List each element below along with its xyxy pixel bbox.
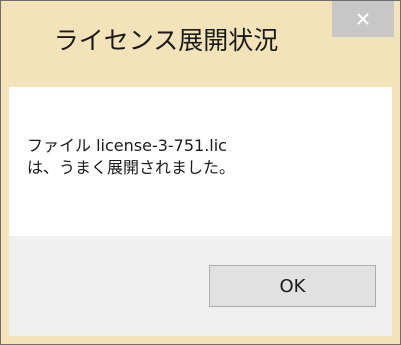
title-bar[interactable]: ライセンス展開状況 (1, 1, 400, 87)
dialog-message: ファイル license-3-751.lic は、うまく展開されました。 (27, 135, 377, 179)
message-line-2: は、うまく展開されました。 (27, 158, 236, 177)
close-icon (357, 13, 369, 25)
message-line-1: ファイル license-3-751.lic (27, 136, 227, 155)
close-button[interactable] (332, 1, 394, 37)
dialog-footer: OK (9, 236, 392, 336)
dialog-content: ファイル license-3-751.lic は、うまく展開されました。 (9, 87, 392, 236)
dialog-window: ライセンス展開状況 ファイル license-3-751.lic は、うまく展開… (0, 0, 401, 345)
ok-button[interactable]: OK (209, 265, 376, 307)
dialog-title: ライセンス展開状況 (53, 26, 279, 55)
